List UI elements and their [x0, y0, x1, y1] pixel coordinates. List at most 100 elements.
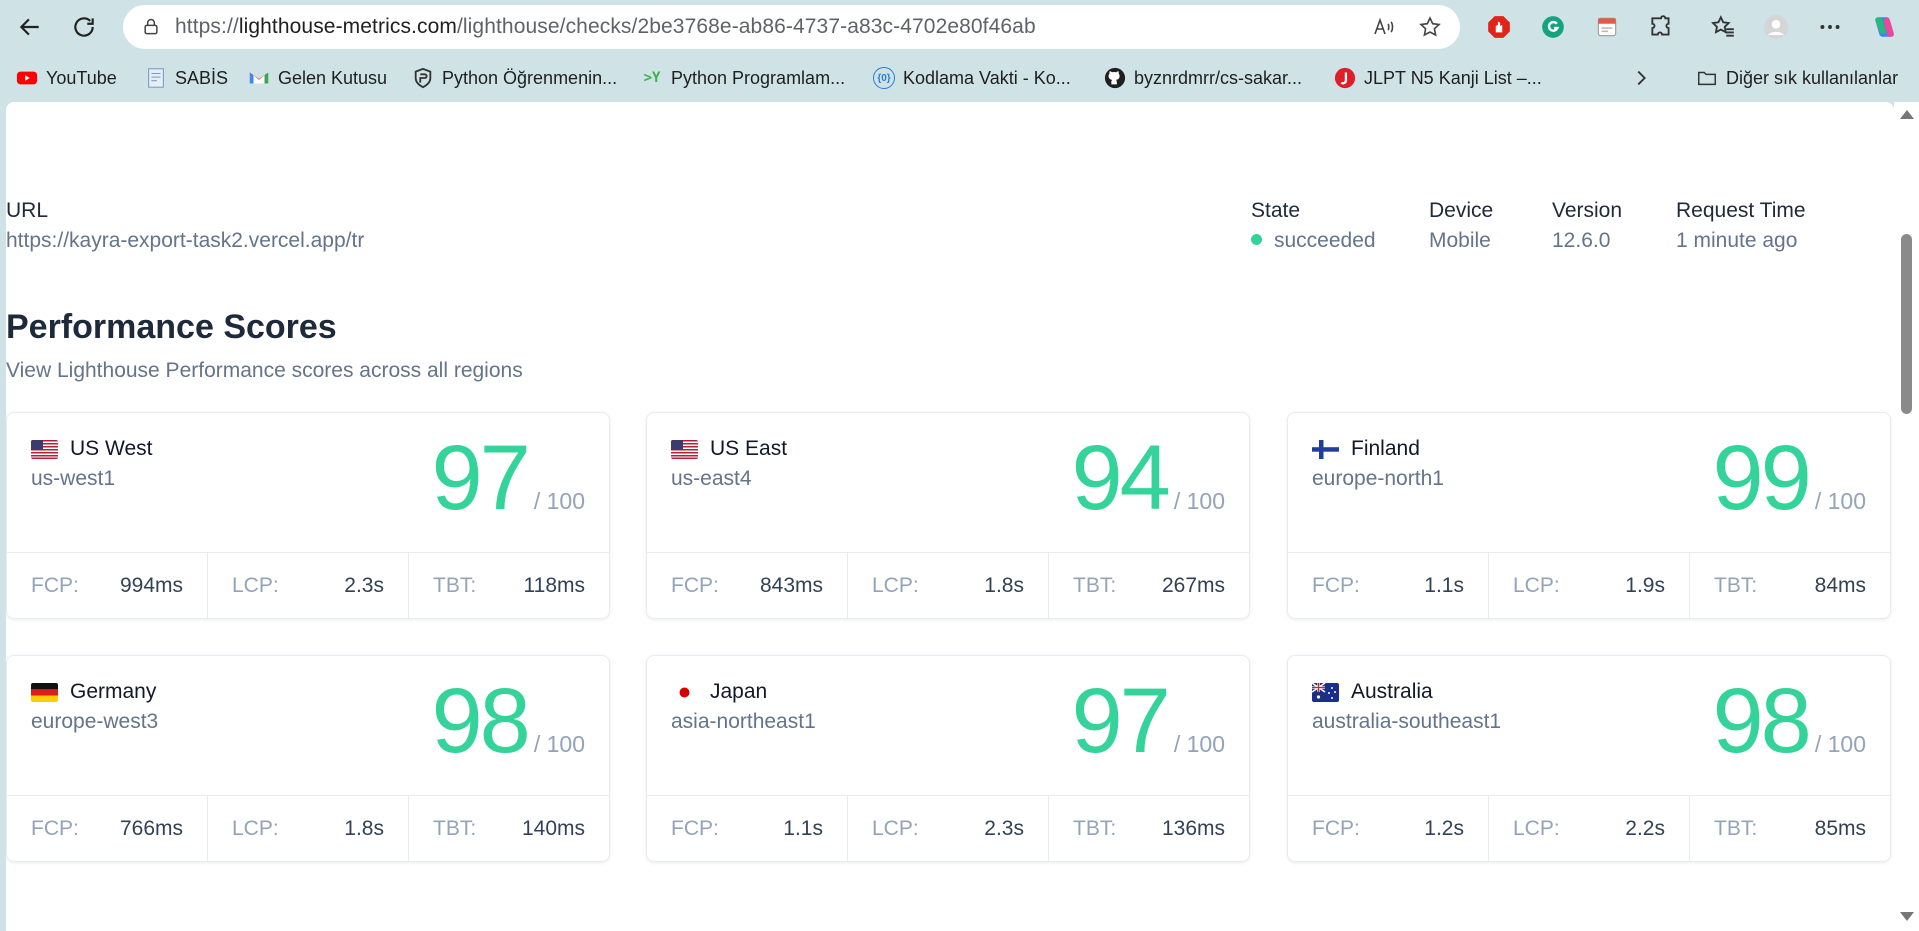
request-time-value: 1 minute ago: [1676, 229, 1798, 252]
bookmarks-bar: YouTube SABİS Gelen Kutusu Python Öğrenm…: [0, 54, 1919, 102]
state-label: State: [1251, 199, 1301, 222]
metric-fcp: FCP: 1.1s: [647, 796, 848, 861]
region-name: Japan: [671, 680, 767, 704]
score-max: / 100: [1814, 488, 1866, 514]
score: 94/ 100: [1071, 427, 1226, 529]
metric-tbt: TBT: 140ms: [433, 816, 585, 840]
metric-lcp: LCP: 2.3s: [208, 553, 409, 618]
score-value: 94: [1071, 427, 1171, 529]
score: 97/ 100: [431, 427, 586, 529]
score: 99/ 100: [1713, 432, 1867, 524]
bookmark-youtube[interactable]: YouTube: [16, 64, 117, 92]
vertical-scrollbar[interactable]: [1894, 102, 1919, 931]
metric-fcp: FCP: 1.2s: [1288, 796, 1489, 861]
bookmark-other-folder[interactable]: Diğer sık kullanılanlar: [1696, 64, 1898, 92]
extensions-puzzle-icon[interactable]: [1643, 9, 1679, 45]
bookmark-python-programlam[interactable]: >Y Python Programlam...: [641, 64, 846, 92]
metric-tbt: TBT: 84ms: [1714, 573, 1866, 597]
metrics-row: FCP: 766ms LCP: 1.8s TBT: 140ms: [7, 795, 609, 861]
score: 98/ 100: [1712, 670, 1867, 772]
profile-avatar-icon[interactable]: [1758, 9, 1794, 45]
performance-scores-title: Performance Scores: [6, 308, 337, 346]
score: 97/ 100: [1071, 670, 1226, 772]
score-max: / 100: [533, 731, 585, 757]
address-bar[interactable]: https://lighthouse-metrics.com/lighthous…: [123, 5, 1460, 49]
address-url[interactable]: https://lighthouse-metrics.com/lighthous…: [175, 15, 1036, 39]
metric-tbt: TBT: 136ms: [1073, 816, 1225, 840]
lock-icon[interactable]: [137, 13, 165, 41]
region-code: asia-northeast1: [671, 710, 816, 733]
bookmark-label: Kodlama Vakti - Ko...: [903, 67, 1071, 88]
bookmark-label: Python Öğrenmenin...: [442, 67, 618, 88]
more-menu-icon[interactable]: [1812, 9, 1848, 45]
folder-icon: [1696, 67, 1718, 89]
bookmarks-overflow-chevron-icon[interactable]: [1630, 64, 1652, 92]
region-code: europe-north1: [1312, 467, 1444, 490]
youtube-icon: [16, 67, 38, 89]
copilot-icon[interactable]: [1866, 9, 1902, 45]
region-code: us-east4: [671, 467, 752, 490]
region-card-us-east[interactable]: US East us-east4 94/ 100 FCP: 843ms LCP: 1…: [646, 412, 1250, 619]
bookmark-sabis[interactable]: SABİS: [145, 64, 228, 92]
url-value: https://kayra-export-task2.vercel.app/tr: [6, 229, 365, 252]
score-max: / 100: [1173, 488, 1225, 514]
bookmark-label: Gelen Kutusu: [278, 67, 388, 88]
region-card-us-west[interactable]: US West us-west1 97/ 100 FCP: 994ms LCP: 2…: [6, 412, 610, 619]
metric-lcp: LCP: 2.3s: [848, 796, 1049, 861]
metrics-row: FCP: 1.2s LCP: 2.2s TBT: 85ms: [1288, 795, 1890, 861]
germany-flag-icon: [31, 682, 58, 702]
favorites-icon[interactable]: [1705, 9, 1741, 45]
page-content: URL https://kayra-export-task2.vercel.ap…: [6, 102, 1894, 931]
grammarly-icon[interactable]: [1535, 9, 1571, 45]
shield-icon: [412, 67, 434, 89]
metric-fcp: FCP: 843ms: [647, 553, 848, 618]
region-card-germany[interactable]: Germany europe-west3 98/ 100 FCP: 766ms L…: [6, 655, 610, 862]
score-max: / 100: [533, 488, 585, 514]
region-card-finland[interactable]: Finland europe-north1 99/ 100 FCP: 1.1s L…: [1287, 412, 1891, 619]
state-text: succeeded: [1274, 229, 1376, 252]
bookmark-jlpt[interactable]: JLPT N5 Kanji List –...: [1334, 64, 1542, 92]
bookmark-label: byznrdmrr/cs-sakar...: [1134, 67, 1303, 88]
region-name: Finland: [1312, 437, 1420, 461]
metric-tbt: TBT: 118ms: [433, 573, 585, 597]
metric-lcp: LCP: 1.9s: [1489, 553, 1690, 618]
metric-tbt: TBT: 267ms: [1073, 573, 1225, 597]
score-value: 97: [431, 427, 531, 529]
scroll-thumb[interactable]: [1901, 234, 1912, 414]
region-card-australia[interactable]: Australia australia-southeast1 98/ 100 F…: [1287, 655, 1891, 862]
request-time-label: Request Time: [1676, 199, 1806, 222]
metric-lcp: LCP: 1.8s: [208, 796, 409, 861]
device-value: Mobile: [1429, 229, 1491, 252]
ycombinator-icon: >Y: [643, 70, 661, 86]
score-value: 97: [1071, 670, 1171, 772]
region-code: europe-west3: [31, 710, 159, 733]
metric-fcp: FCP: 994ms: [7, 553, 208, 618]
score-value: 98: [1712, 670, 1812, 772]
read-aloud-icon[interactable]: [1368, 11, 1400, 43]
extension-window-icon[interactable]: [1589, 9, 1625, 45]
region-card-japan[interactable]: Japan asia-northeast1 97/ 100 FCP: 1.1s L…: [646, 655, 1250, 862]
document-icon: [145, 67, 167, 89]
adblock-icon[interactable]: [1481, 9, 1517, 45]
bookmark-kodlama-vakti[interactable]: {0} Kodlama Vakti - Ko...: [873, 64, 1071, 92]
favorite-star-icon[interactable]: [1414, 11, 1446, 43]
bookmark-gelen-kutusu[interactable]: Gelen Kutusu: [248, 64, 387, 92]
metrics-row: FCP: 1.1s LCP: 2.3s TBT: 136ms: [647, 795, 1249, 861]
back-arrow-icon[interactable]: [12, 9, 48, 45]
url-label: URL: [6, 199, 49, 222]
gmail-icon: [248, 67, 270, 89]
version-value: 12.6.0: [1552, 229, 1611, 252]
scroll-down-arrow-icon[interactable]: [1900, 912, 1914, 921]
scroll-up-arrow-icon[interactable]: [1900, 110, 1914, 119]
performance-scores-subtitle: View Lighthouse Performance scores acros…: [6, 359, 523, 382]
code-icon: {0}: [873, 67, 895, 89]
score: 98/ 100: [432, 675, 586, 767]
metrics-row: FCP: 1.1s LCP: 1.9s TBT: 84ms: [1288, 552, 1890, 618]
bookmark-label: Python Programlam...: [671, 67, 846, 88]
us-flag-icon: [31, 439, 58, 459]
bookmark-github[interactable]: byznrdmrr/cs-sakar...: [1104, 64, 1302, 92]
metrics-row: FCP: 843ms LCP: 1.8s TBT: 267ms: [647, 552, 1249, 618]
refresh-icon[interactable]: [66, 9, 102, 45]
bookmark-python-ogrenmenin[interactable]: Python Öğrenmenin...: [412, 64, 617, 92]
metric-lcp: LCP: 1.8s: [848, 553, 1049, 618]
